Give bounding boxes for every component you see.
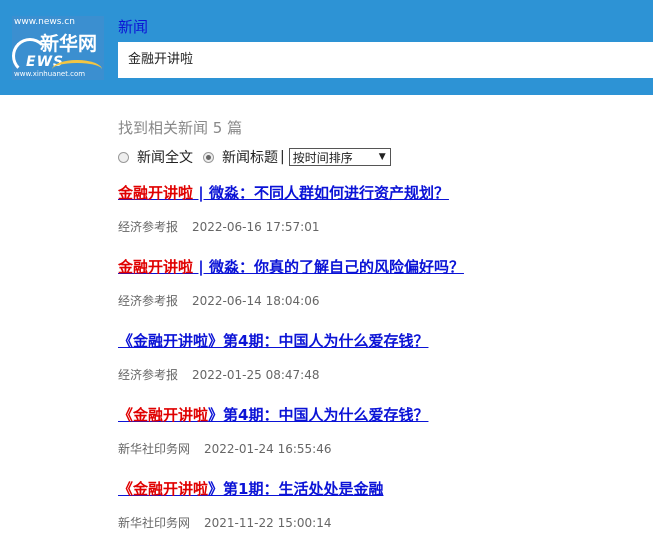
filter-separator: | [280, 149, 285, 165]
dropdown-arrow-icon: ▼ [378, 152, 386, 162]
result-count: 找到相关新闻 5 篇 [118, 119, 243, 137]
title-keyword: 《金融开讲啦 [118, 406, 209, 424]
nav-news-link[interactable]: 新闻 [118, 16, 148, 37]
title-keyword: 《金融开讲啦 [118, 332, 209, 350]
result-meta: 新华社印务网 2021-11-22 15:00:14 [118, 514, 331, 531]
fulltext-label[interactable]: 新闻全文 [137, 147, 193, 167]
title-text: | 微淼：你真的了解自己的风险偏好吗？ [193, 258, 464, 276]
sort-select[interactable]: 按时间排序 ▼ [288, 148, 391, 166]
result-title-link[interactable]: 《金融开讲啦》第4期：中国人为什么爱存钱？ [118, 404, 428, 425]
search-filters: 新闻全文 新闻标题 | 按时间排序 ▼ [118, 147, 391, 167]
title-keyword: 《金融开讲啦 [118, 480, 209, 498]
result-date: 2021-11-22 15:00:14 [204, 516, 332, 530]
result-source: 经济参考报 [118, 368, 179, 382]
result-date: 2022-01-24 16:55:46 [204, 442, 332, 456]
xinhuanet-logo[interactable]: www.news.cn 新华网 EWS www.xinhuanet.com [12, 16, 104, 80]
result-title-link[interactable]: 《金融开讲啦》第4期：中国人为什么爱存钱？ [118, 330, 428, 351]
title-text: 》第1期：生活处处是金融 [208, 480, 384, 498]
title-radio[interactable] [203, 151, 214, 163]
title-text: | 微淼：不同人群如何进行资产规划？ [193, 184, 449, 202]
result-source: 经济参考报 [118, 294, 179, 308]
title-text: 》第4期：中国人为什么爱存钱？ [208, 332, 429, 350]
result-date: 2022-06-16 17:57:01 [192, 220, 320, 234]
header-bar: www.news.cn 新华网 EWS www.xinhuanet.com 新闻… [0, 0, 653, 95]
result-source: 新华社印务网 [118, 516, 191, 530]
fulltext-radio[interactable] [118, 151, 129, 163]
result-title-link[interactable]: 金融开讲啦 | 微淼：你真的了解自己的风险偏好吗？ [118, 256, 464, 277]
title-label[interactable]: 新闻标题 [222, 147, 278, 167]
logo-url-top: www.news.cn [14, 17, 75, 27]
result-date: 2022-06-14 18:04:06 [192, 294, 320, 308]
logo-url-bottom: www.xinhuanet.com [14, 70, 86, 78]
title-keyword: 金融开讲啦 [118, 258, 194, 276]
sort-select-value: 按时间排序 [292, 150, 353, 165]
result-meta: 新华社印务网 2022-01-24 16:55:46 [118, 440, 331, 457]
search-input[interactable]: 金融开讲啦 [118, 42, 653, 78]
title-text: 》第4期：中国人为什么爱存钱？ [208, 406, 429, 424]
result-meta: 经济参考报 2022-06-16 17:57:01 [118, 218, 319, 235]
result-source: 新华社印务网 [118, 442, 191, 456]
result-title-link[interactable]: 金融开讲啦 | 微淼：不同人群如何进行资产规划？ [118, 182, 449, 203]
result-date: 2022-01-25 08:47:48 [192, 368, 320, 382]
title-keyword: 金融开讲啦 [118, 184, 194, 202]
result-meta: 经济参考报 2022-06-14 18:04:06 [118, 292, 319, 309]
result-source: 经济参考报 [118, 220, 179, 234]
logo-cn-text: 新华网 [40, 33, 98, 55]
result-title-link[interactable]: 《金融开讲啦》第1期：生活处处是金融 [118, 478, 383, 499]
result-meta: 经济参考报 2022-01-25 08:47:48 [118, 366, 319, 383]
